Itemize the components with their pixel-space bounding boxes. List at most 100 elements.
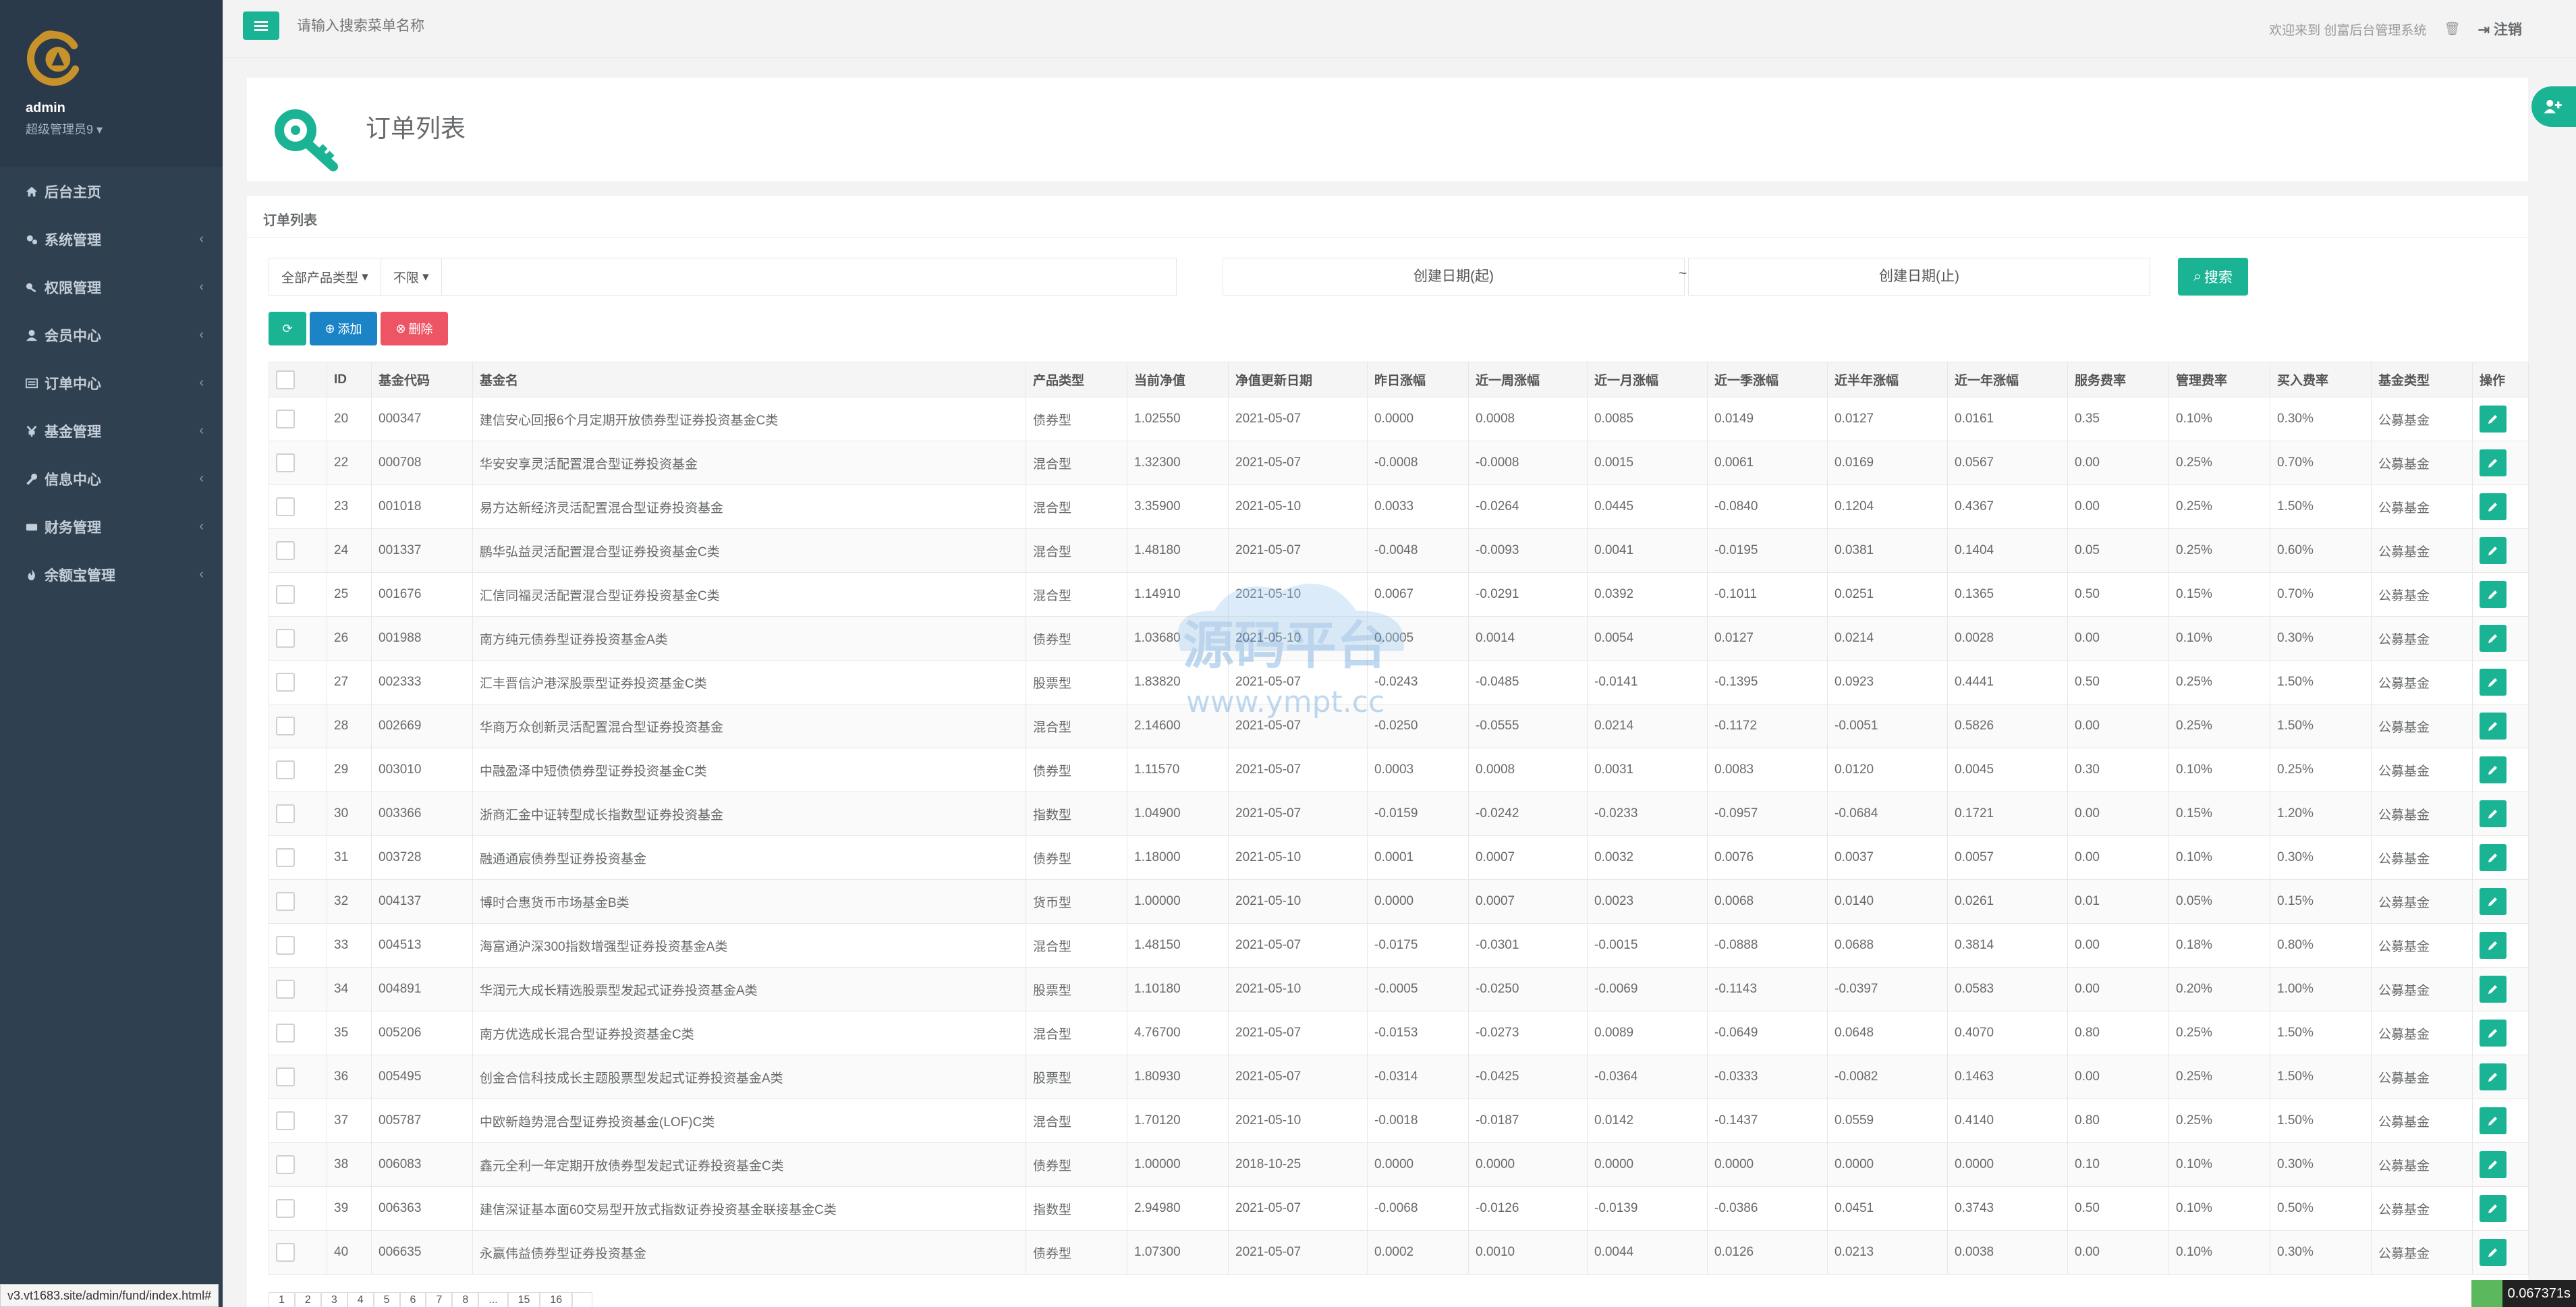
- page-link[interactable]: 15: [507, 1292, 540, 1307]
- edit-button[interactable]: [2480, 1063, 2507, 1090]
- row-checkbox[interactable]: [276, 541, 295, 560]
- edit-button[interactable]: [2480, 888, 2507, 915]
- sidebar-item-members[interactable]: 会员中心 ‹: [0, 311, 223, 359]
- row-checkbox[interactable]: [276, 1243, 295, 1262]
- page-link[interactable]: ...: [478, 1292, 508, 1307]
- page-link[interactable]: 16: [540, 1292, 573, 1307]
- delete-button[interactable]: ⊗ 删除: [381, 312, 448, 345]
- column-header[interactable]: 当前净值: [1127, 362, 1229, 397]
- keyword-input[interactable]: [441, 258, 1177, 296]
- column-header[interactable]: 买入费率: [2270, 362, 2372, 397]
- edit-button[interactable]: [2480, 932, 2507, 959]
- row-checkbox[interactable]: [276, 585, 295, 604]
- page-link[interactable]: 6: [399, 1292, 426, 1307]
- select-all-checkbox[interactable]: [276, 370, 295, 389]
- edit-button[interactable]: [2480, 669, 2507, 696]
- column-header[interactable]: 昨日涨幅: [1367, 362, 1469, 397]
- menu-toggle-button[interactable]: [243, 11, 279, 40]
- action-cell: [2472, 923, 2529, 968]
- sidebar-item-funds[interactable]: 基金管理 ‹: [0, 407, 223, 455]
- refresh-button[interactable]: ⟳: [269, 312, 306, 345]
- user-name[interactable]: admin: [26, 101, 223, 116]
- menu-search-input[interactable]: [297, 15, 567, 38]
- page-link[interactable]: 2: [294, 1292, 321, 1307]
- page-link[interactable]: 1: [269, 1292, 295, 1307]
- page-link[interactable]: [572, 1292, 593, 1307]
- trash-icon[interactable]: 🗑: [2444, 21, 2460, 37]
- row-checkbox[interactable]: [276, 1155, 295, 1174]
- date-end-input[interactable]: 创建日期(止): [1688, 258, 2150, 296]
- edit-button[interactable]: [2480, 1195, 2507, 1222]
- sidebar-item-info[interactable]: 信息中心 ‹: [0, 455, 223, 503]
- edit-button[interactable]: [2480, 800, 2507, 827]
- row-checkbox[interactable]: [276, 1199, 295, 1218]
- column-header[interactable]: 近一年涨幅: [1947, 362, 2068, 397]
- edit-button[interactable]: [2480, 976, 2507, 1003]
- row-checkbox[interactable]: [276, 892, 295, 911]
- page-link[interactable]: 8: [452, 1292, 479, 1307]
- row-checkbox[interactable]: [276, 848, 295, 867]
- edit-button[interactable]: [2480, 449, 2507, 476]
- logout-link[interactable]: ⇥ 注销: [2478, 19, 2522, 39]
- column-header[interactable]: 基金代码: [371, 362, 473, 397]
- row-checkbox[interactable]: [276, 629, 295, 648]
- row-checkbox[interactable]: [276, 1067, 295, 1086]
- row-checkbox[interactable]: [276, 673, 295, 692]
- column-header[interactable]: 基金名: [472, 362, 1026, 397]
- edit-button[interactable]: [2480, 1151, 2507, 1178]
- edit-button[interactable]: [2480, 493, 2507, 520]
- sidebar-item-system[interactable]: 系统管理 ‹: [0, 215, 223, 263]
- page-link[interactable]: 4: [347, 1292, 374, 1307]
- table-cell: -0.0187: [1468, 1099, 1588, 1143]
- edit-button[interactable]: [2480, 581, 2507, 608]
- row-checkbox[interactable]: [276, 804, 295, 823]
- column-header[interactable]: 管理费率: [2168, 362, 2270, 397]
- edit-button[interactable]: [2480, 1107, 2507, 1134]
- sidebar-item-finance[interactable]: 财务管理 ‹: [0, 503, 223, 551]
- row-checkbox[interactable]: [276, 1111, 295, 1130]
- column-header[interactable]: 基金类型: [2371, 362, 2473, 397]
- sidebar-item-yuebao[interactable]: 余额宝管理 ‹: [0, 551, 223, 599]
- page-link[interactable]: 3: [320, 1292, 347, 1307]
- row-checkbox[interactable]: [276, 980, 295, 999]
- table-cell: 0.0044: [1587, 1230, 1708, 1275]
- user-role-dropdown[interactable]: 超级管理员9 ▾: [26, 120, 223, 138]
- row-checkbox[interactable]: [276, 760, 295, 779]
- row-checkbox[interactable]: [276, 453, 295, 472]
- column-header[interactable]: 近一季涨幅: [1707, 362, 1828, 397]
- product-type-select[interactable]: 全部产品类型 ▾: [269, 258, 381, 296]
- row-checkbox[interactable]: [276, 936, 295, 955]
- search-button[interactable]: ⌕ 搜索: [2178, 258, 2248, 296]
- sidebar-item-orders[interactable]: 订单中心 ‹: [0, 359, 223, 407]
- edit-button[interactable]: [2480, 537, 2507, 564]
- edit-button[interactable]: [2480, 713, 2507, 740]
- edit-button[interactable]: [2480, 1020, 2507, 1047]
- row-checkbox[interactable]: [276, 497, 295, 516]
- column-header[interactable]: 近一月涨幅: [1587, 362, 1708, 397]
- page-link[interactable]: 7: [426, 1292, 453, 1307]
- column-header[interactable]: 近半年涨幅: [1827, 362, 1948, 397]
- date-start-input[interactable]: 创建日期(起): [1223, 258, 1685, 296]
- column-header[interactable]: 产品类型: [1026, 362, 1127, 397]
- edit-button[interactable]: [2480, 844, 2507, 871]
- sidebar-item-home[interactable]: 后台主页: [0, 167, 223, 215]
- edit-button[interactable]: [2480, 756, 2507, 783]
- column-header[interactable]: 近一周涨幅: [1468, 362, 1588, 397]
- table-cell: 鑫元全利一年定期开放债券型发起式证券投资基金C类: [472, 1142, 1026, 1187]
- column-header[interactable]: 净值更新日期: [1228, 362, 1368, 397]
- column-header[interactable]: 服务费率: [2067, 362, 2169, 397]
- limit-select[interactable]: 不限 ▾: [380, 258, 441, 296]
- row-checkbox[interactable]: [276, 717, 295, 735]
- row-checkbox[interactable]: [276, 410, 295, 428]
- edit-button[interactable]: [2480, 625, 2507, 652]
- add-button[interactable]: ⊕ 添加: [310, 312, 377, 345]
- column-header[interactable]: ID: [327, 362, 372, 397]
- debug-timer[interactable]: 0.067371s: [2471, 1280, 2576, 1307]
- page-link[interactable]: 5: [373, 1292, 400, 1307]
- theme-settings-button[interactable]: [2531, 86, 2576, 127]
- sidebar-item-permission[interactable]: 权限管理 ‹: [0, 263, 223, 311]
- edit-button[interactable]: [2480, 1239, 2507, 1266]
- row-checkbox[interactable]: [276, 1024, 295, 1042]
- table-cell: 债券型: [1026, 1230, 1127, 1275]
- edit-button[interactable]: [2480, 406, 2507, 433]
